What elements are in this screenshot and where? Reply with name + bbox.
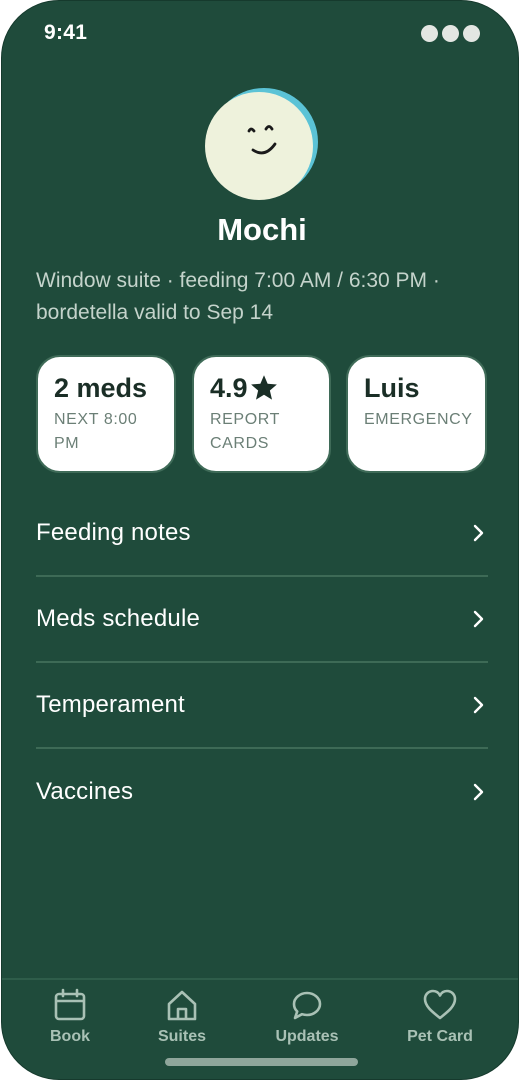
tab-label: Pet Card [407,1028,473,1045]
stat-card-meds[interactable]: 2 meds NEXT 8:00 PM [36,355,176,473]
pet-name: Mochi [217,212,307,247]
stat-value: Luis [364,373,420,403]
tab-label: Book [50,1028,90,1045]
chat-bubble-icon [292,991,322,1020]
tab-label: Suites [157,1028,206,1045]
tab-updates[interactable]: Updates [252,988,362,1046]
menu-item-vaccines[interactable]: Vaccines [36,749,488,835]
home-icon [167,990,197,1021]
menu-item-label: Temperament [36,691,185,718]
status-time: 9:41 [44,21,88,44]
menu-item-meds-schedule[interactable]: Meds schedule [36,577,488,663]
stat-label: NEXT 8:00 PM [54,411,138,452]
menu-item-feeding-notes[interactable]: Feeding notes [36,491,488,577]
calendar-icon [54,988,86,1021]
home-indicator[interactable] [165,1058,358,1066]
status-indicator-icon [421,25,480,42]
menu-item-temperament[interactable]: Temperament [36,663,488,749]
chevron-right-icon [473,696,484,714]
stat-card-report-cards[interactable]: 4.9 REPORT CARDS [192,355,331,473]
menu-item-label: Vaccines [36,778,134,805]
chevron-right-icon [473,610,484,628]
tab-book[interactable]: Book [15,988,125,1046]
stat-value: 4.9 [210,373,248,403]
chevron-right-icon [473,783,484,801]
tab-suites[interactable]: Suites [127,988,237,1046]
stat-card-emergency[interactable]: Luis EMERGENCY [346,355,487,473]
pet-avatar [205,88,318,200]
phone-screen: 9:41 Mochi Window suite · feeding 7:00 A… [1,0,519,1080]
tab-pet-card[interactable]: Pet Card [385,988,495,1046]
pet-summary: Window suite · feeding 7:00 AM / 6:30 PM… [36,269,440,324]
tab-label: Updates [275,1028,339,1045]
menu-item-label: Meds schedule [36,605,201,632]
stat-label: REPORT CARDS [210,411,280,452]
menu-item-label: Feeding notes [36,519,191,546]
stat-label: EMERGENCY [364,411,473,428]
heart-icon [423,989,457,1020]
chevron-right-icon [473,524,484,542]
stat-value: 2 meds [54,373,148,403]
star-icon [250,375,277,400]
